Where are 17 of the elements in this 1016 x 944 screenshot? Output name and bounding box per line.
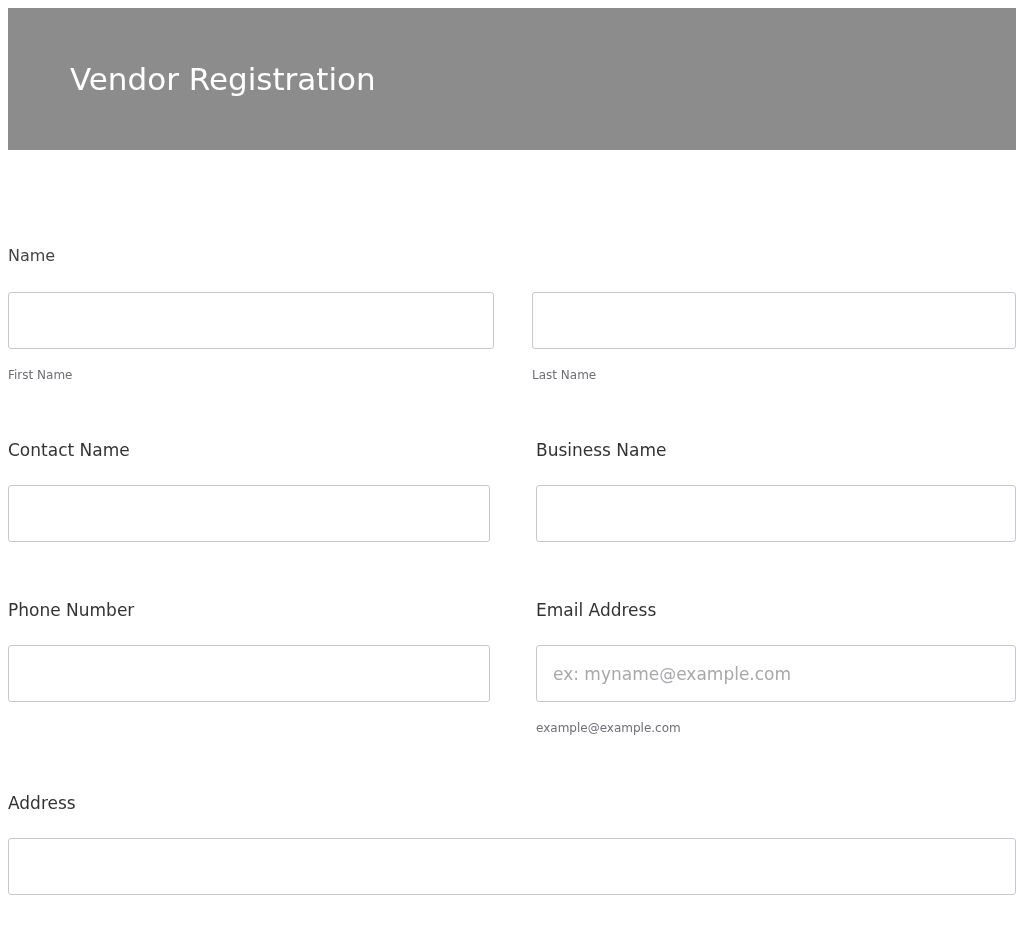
- field-hint: First Name: [8, 368, 74, 382]
- input-field[interactable]: [8, 838, 1016, 895]
- field-label: Name: [8, 246, 57, 267]
- field-label: Address: [8, 793, 77, 815]
- input-field[interactable]: ex: myname@example.com: [536, 645, 1016, 702]
- input-field[interactable]: [532, 292, 1016, 349]
- field-hint: Last Name: [532, 368, 598, 382]
- input-field[interactable]: [8, 645, 490, 702]
- field-label: Contact Name: [8, 440, 131, 462]
- field-label: Business Name: [536, 440, 668, 462]
- field-hint: example@example.com: [536, 721, 682, 735]
- field-label: Email Address: [536, 600, 658, 622]
- input-field[interactable]: [8, 292, 494, 349]
- form-title: Vendor Registration: [70, 61, 376, 97]
- input-field[interactable]: [536, 485, 1016, 542]
- input-field[interactable]: [8, 485, 490, 542]
- field-label: Phone Number: [8, 600, 136, 622]
